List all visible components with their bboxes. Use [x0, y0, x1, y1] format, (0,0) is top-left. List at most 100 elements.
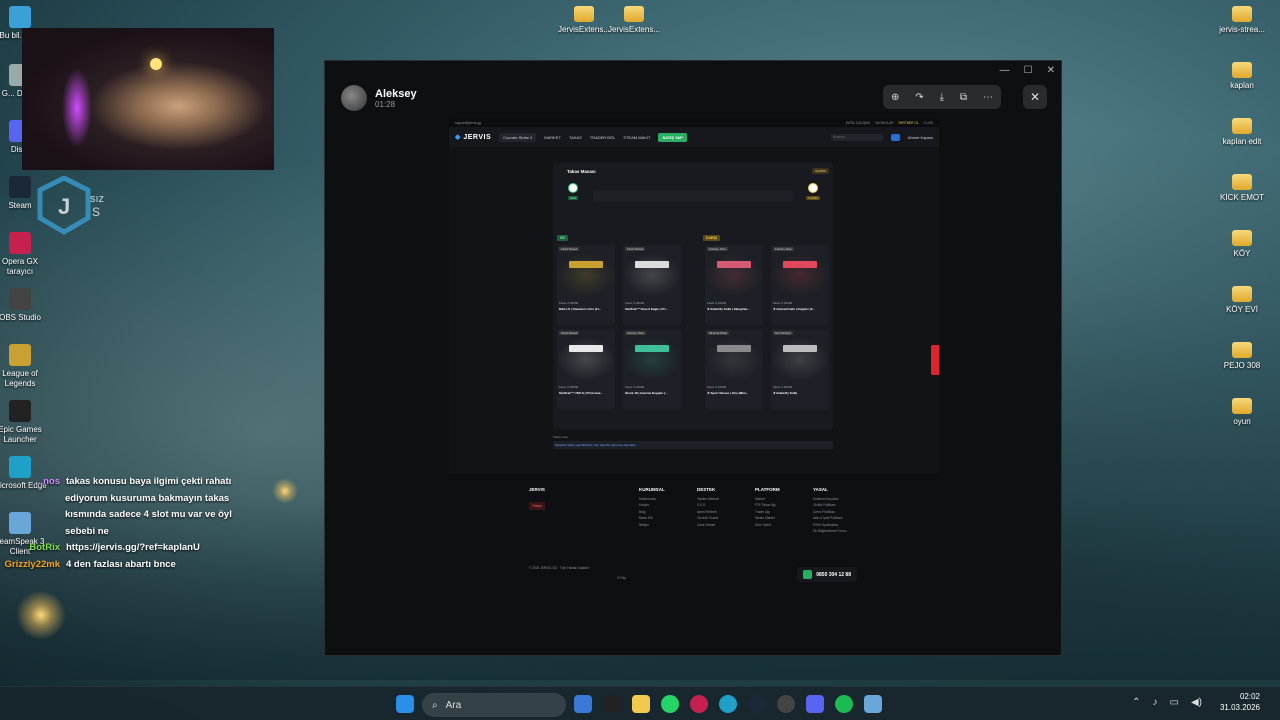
item-name: StatTrak™ Desert Eagle | Pri...	[625, 307, 668, 311]
system-tray: ⌃ ♪ ▭ ◀)	[1132, 697, 1202, 708]
partner-link[interactable]: PARTNER OL	[899, 121, 919, 125]
trader-avatar	[568, 183, 578, 193]
desktop-folder[interactable]: oyun	[1210, 398, 1274, 427]
nav-takas[interactable]: TAKAS	[569, 135, 582, 140]
item-card[interactable]: Factory New Float: 0.01000 Glock-18 | Gamm…	[623, 329, 681, 409]
item-card[interactable]: Field-Tested Float: 0.20000 StatTrak™ Dese…	[623, 245, 681, 325]
desktop-folder[interactable]: kaplan edit	[1210, 118, 1274, 147]
obs-icon[interactable]	[777, 695, 795, 713]
user-name[interactable]: Ahmet Kaplan	[908, 135, 933, 140]
wear-badge: Factory New	[625, 331, 646, 335]
item-card[interactable]: Factory New Float: 0.01000 ★ Nomad Knife |…	[771, 245, 829, 325]
wear-badge: Field-Tested	[559, 331, 580, 335]
maximize-icon[interactable]: ☐	[1024, 65, 1033, 76]
file-explorer-icon[interactable]	[632, 695, 650, 713]
wear-badge: Field-Tested	[625, 247, 646, 251]
desktop-folder[interactable]: jervis-strea...	[1210, 6, 1274, 35]
item-card[interactable]: Factory New Float: 0.01000 ★ Butterfly Kni…	[705, 245, 763, 325]
desktop-icon-label: Opera GX tarayıcı	[1, 257, 38, 276]
discord-icon[interactable]	[806, 695, 824, 713]
game-select[interactable]: Counter-Strike 2	[499, 132, 537, 142]
phone-contact[interactable]: 0850 304 12 88	[797, 567, 857, 582]
close-window-icon[interactable]: ✕	[1047, 65, 1055, 76]
weapon-icon	[635, 261, 669, 268]
weapon-icon	[783, 261, 817, 268]
zoom-in-icon[interactable]: ⊕	[891, 92, 899, 103]
search-label: Ara	[445, 699, 462, 711]
desktop-folder[interactable]: KÖY	[1210, 230, 1274, 259]
nav-trader[interactable]: TRADER BÖL	[590, 135, 616, 140]
volume-icon[interactable]: ◀)	[1191, 697, 1202, 708]
footer-column: KURUMSAL Hakkımızda Kariyer Blog Basın Kiti İ…	[639, 487, 665, 528]
widgets-icon[interactable]	[574, 695, 592, 713]
item-card[interactable]: Field-Tested Float: 0.06000 StatTrak™ USP-…	[557, 329, 615, 409]
app-icon	[9, 288, 31, 310]
site-logo[interactable]: ◆ JERVIS	[455, 133, 491, 141]
language-select[interactable]: Türkçe	[529, 501, 545, 510]
opera-gx-icon[interactable]	[690, 695, 708, 713]
footer-link[interactable]: Ön Bilgilendirme Formu	[813, 528, 846, 535]
footer-column-title: YASAL	[813, 487, 828, 492]
desktop-folder[interactable]: KİCK EMOT	[1210, 174, 1274, 203]
settings-button[interactable]: Ayarlar	[811, 168, 829, 174]
spotify-icon[interactable]	[835, 695, 853, 713]
top-link[interactable]: YAYINCILAR	[875, 121, 893, 125]
taskbar-search[interactable]: ⌕ Ara	[422, 693, 566, 717]
download-icon[interactable]: ⤓	[940, 92, 944, 103]
chat-text: kısmında sadece 4 slot mu var ve öyl	[65, 509, 232, 520]
footer-link[interactable]: Ürün Talebi	[755, 522, 780, 529]
nav-market[interactable]: MARKET	[544, 135, 561, 140]
microphone-icon[interactable]: ♪	[1153, 697, 1158, 708]
more-icon[interactable]: ⋯	[983, 92, 993, 103]
trade-progress-strip	[593, 190, 793, 202]
desktop-icon[interactable]: Epic Games Launcher	[0, 400, 52, 445]
folder-icon	[1232, 230, 1252, 246]
chat-text: sebebi ne	[65, 525, 109, 537]
footer-link[interactable]: İletişim	[639, 522, 665, 529]
desktop-icon[interactable]: League of Legends	[0, 344, 52, 389]
desktop-folder[interactable]: JervisExtens...	[602, 6, 666, 35]
search-input[interactable]: Arama...	[830, 133, 883, 141]
open-external-icon[interactable]: ⧉	[960, 92, 967, 103]
wear-badge: Minimal Wear	[707, 331, 730, 335]
item-card[interactable]: Not Painted Float: 0.00000 ★ Butterfly Kni…	[771, 329, 829, 409]
footer-logo: JERVIS	[529, 487, 545, 492]
chat-text: https://jervis.gg/?ref=kaplanU	[66, 542, 200, 553]
live-support-tab[interactable]	[931, 345, 939, 375]
sell-button[interactable]: SATIŞ YAP	[658, 132, 687, 142]
whatsapp-icon[interactable]	[661, 695, 679, 713]
item-card[interactable]: Field-Tested Float: 0.30000 M4A1-S | Chant…	[557, 245, 615, 325]
clock[interactable]: 02:02 31.03.2026	[1220, 691, 1260, 713]
logo-overlay-text: sız	[90, 193, 104, 205]
footer-link[interactable]: İade & İptal Politikası	[813, 515, 846, 522]
minimize-icon[interactable]: —	[1000, 65, 1010, 76]
windows-start-icon[interactable]	[396, 695, 414, 713]
desktop-folder[interactable]: PEJO 308	[1210, 342, 1274, 371]
item-float: Float: 0.01000	[773, 301, 793, 305]
left-trader: SEN	[561, 183, 585, 200]
desktop-icon-label: KÖY	[1233, 249, 1251, 258]
desktop-folder[interactable]: KÖY EVİ	[1210, 286, 1274, 315]
chevron-up-icon[interactable]: ⌃	[1132, 697, 1140, 708]
network-icon[interactable]: ▭	[1170, 697, 1179, 708]
search-button[interactable]	[890, 133, 900, 141]
epic-games-icon[interactable]	[603, 695, 621, 713]
app-icon	[9, 176, 31, 198]
desktop-folder[interactable]: kaplan	[1210, 62, 1274, 91]
desktop-icon[interactable]: OBS Studio	[0, 288, 52, 323]
trade-note: Takas Notu Karşılıklı takas yapabilirsin…	[553, 435, 833, 449]
edge-icon[interactable]	[719, 695, 737, 713]
item-card[interactable]: Minimal Wear Float: 0.10000 ★ Sport Gloves…	[705, 329, 763, 409]
desktop-icon-label: JervisExtens...	[607, 25, 660, 34]
footer-column: PLATFORM Market P2P Takas Ağı Trader Ağı Ste…	[755, 487, 780, 528]
close-viewer-button[interactable]: ✕	[1023, 85, 1047, 109]
desktop-icon-label: oyun	[1233, 417, 1251, 426]
footer-link[interactable]: Canlı Destek	[697, 522, 719, 529]
steam-icon[interactable]	[748, 695, 766, 713]
top-link[interactable]: KAĞIL ÇALIŞMA	[846, 121, 870, 125]
teamspeak-icon[interactable]	[864, 695, 882, 713]
rotate-icon[interactable]: ↷	[915, 92, 923, 103]
weapon-icon	[717, 345, 751, 352]
footer-link[interactable]: Güvenli Ticaret	[697, 515, 719, 522]
nav-steam[interactable]: STEAM MAKİT	[623, 135, 650, 140]
